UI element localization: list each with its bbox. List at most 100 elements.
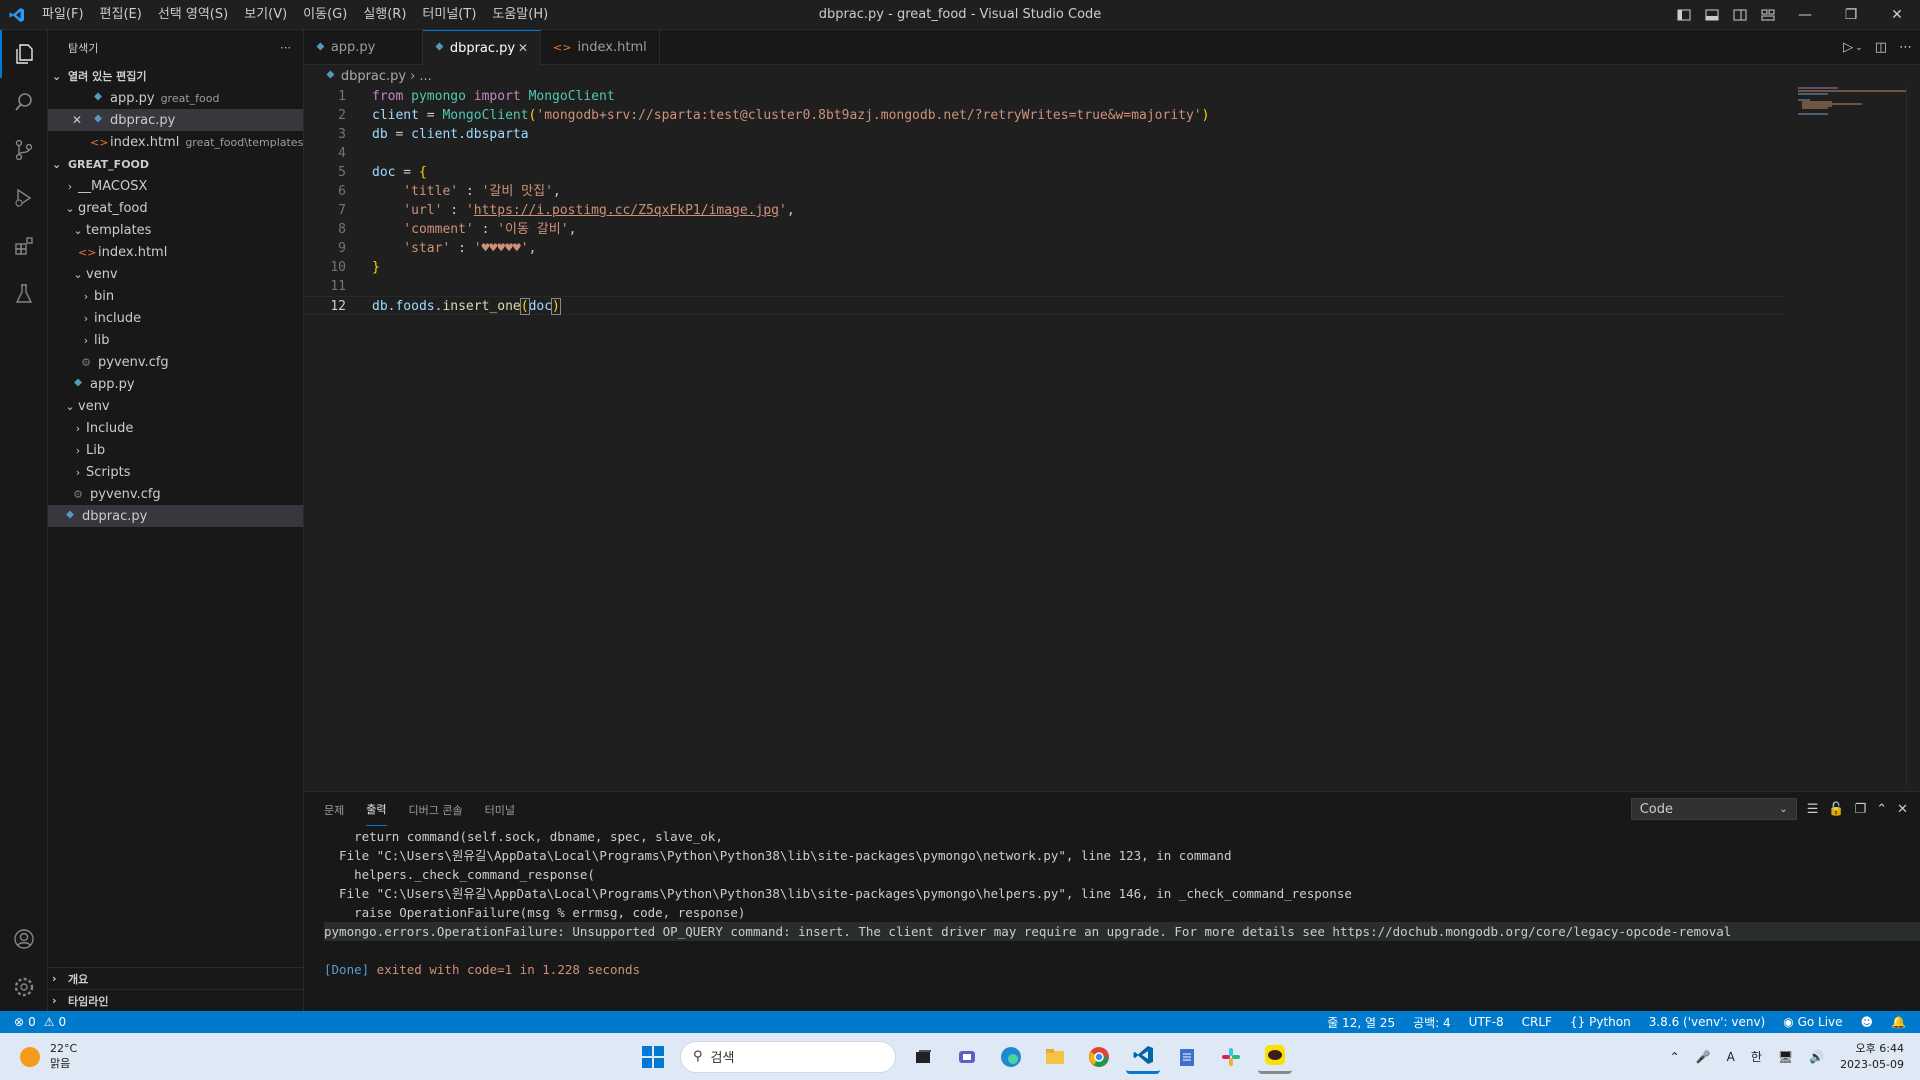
tab-dbprac-py[interactable]: ⯁ dbprac.py ✕	[423, 30, 541, 65]
open-editor-item[interactable]: <> index.html great_food\templates	[48, 131, 303, 153]
encoding[interactable]: UTF-8	[1469, 1015, 1504, 1029]
settings-gear-icon[interactable]	[0, 963, 48, 1011]
tree-folder[interactable]: ⌄ templates	[48, 219, 303, 241]
customize-layout-icon[interactable]	[1754, 0, 1782, 30]
tree-folder[interactable]: › bin	[48, 285, 303, 307]
close-tab-icon[interactable]: ✕	[518, 41, 528, 55]
code-editor[interactable]: 1 from pymongo import MongoClient 2 client…	[304, 87, 1784, 315]
search-icon[interactable]	[0, 78, 48, 126]
open-editors-header[interactable]: ⌄ 열려 있는 편집기	[48, 65, 303, 87]
toggle-secondary-sidebar-icon[interactable]	[1726, 0, 1754, 30]
tree-file[interactable]: ⚙ pyvenv.cfg	[48, 483, 303, 505]
timeline-header[interactable]: › 타임라인	[48, 989, 304, 1011]
restore-icon[interactable]: ❐	[1828, 0, 1874, 30]
tab-app-py[interactable]: ⯁ app.py	[304, 30, 423, 65]
maximize-panel-icon[interactable]: ⌃	[1876, 802, 1887, 817]
chevron-down-icon[interactable]: ⌄	[1855, 43, 1863, 53]
open-editor-item[interactable]: ✕ ⯁ dbprac.py	[48, 109, 303, 131]
tree-file[interactable]: ⯁ dbprac.py	[48, 505, 303, 527]
more-actions-icon[interactable]: ⋯	[280, 41, 291, 54]
menu-help[interactable]: 도움말(H)	[484, 0, 556, 30]
explorer-icon[interactable]	[0, 30, 48, 78]
show-hidden-icons-chevron-icon[interactable]: ⌃	[1670, 1050, 1680, 1064]
run-debug-icon[interactable]	[0, 174, 48, 222]
toggle-sidebar-icon[interactable]	[1670, 0, 1698, 30]
task-view-icon[interactable]	[906, 1040, 940, 1074]
tree-folder[interactable]: › Lib	[48, 439, 303, 461]
more-actions-icon[interactable]: ⋯	[1899, 40, 1912, 55]
tree-folder[interactable]: ⌄ venv	[48, 395, 303, 417]
slack-icon[interactable]	[1214, 1040, 1248, 1074]
chrome-icon[interactable]	[1082, 1040, 1116, 1074]
split-editor-icon[interactable]: ◫	[1875, 40, 1887, 55]
tree-file[interactable]: ⚙ pyvenv.cfg	[48, 351, 303, 373]
cursor-position[interactable]: 줄 12, 열 25	[1327, 1014, 1395, 1031]
testing-icon[interactable]	[0, 270, 48, 318]
minimize-icon[interactable]: —	[1782, 0, 1828, 30]
taskbar-search[interactable]: ⚲ 검색	[680, 1040, 896, 1073]
menu-view[interactable]: 보기(V)	[236, 0, 295, 30]
tree-folder[interactable]: ⌄ great_food	[48, 197, 303, 219]
language-mode[interactable]: {} Python	[1570, 1015, 1631, 1029]
source-control-icon[interactable]	[0, 126, 48, 174]
output-channel-select[interactable]: Code ⌄	[1630, 798, 1797, 820]
file-explorer-icon[interactable]	[1038, 1040, 1072, 1074]
problems-status[interactable]: ⊗ 0 ⚠ 0	[0, 1015, 66, 1029]
output-log[interactable]: return command(self.sock, dbname, spec, …	[304, 827, 1920, 979]
breadcrumb-file[interactable]: dbprac.py	[341, 69, 406, 84]
kakaotalk-icon[interactable]	[1258, 1040, 1292, 1074]
tab-terminal[interactable]: 터미널	[485, 794, 515, 826]
open-output-editor-icon[interactable]: ❐	[1855, 802, 1867, 817]
system-clock[interactable]: 오후 6:44 2023-05-09	[1840, 1041, 1904, 1073]
notifications-bell-icon[interactable]: 🔔	[1891, 1015, 1906, 1029]
clear-output-icon[interactable]: ☰	[1807, 802, 1819, 817]
tab-debug-console[interactable]: 디버그 콘솔	[409, 794, 463, 826]
teams-chat-icon[interactable]	[950, 1040, 984, 1074]
menu-terminal[interactable]: 터미널(T)	[414, 0, 484, 30]
tab-index-html[interactable]: <> index.html	[541, 30, 660, 65]
tab-problems[interactable]: 문제	[324, 794, 344, 826]
tree-file[interactable]: <> index.html	[48, 241, 303, 263]
weather-widget[interactable]: 22°C 맑음	[0, 1042, 200, 1071]
tree-folder[interactable]: › Include	[48, 417, 303, 439]
tree-folder[interactable]: ⌄ venv	[48, 263, 303, 285]
vscode-taskbar-icon[interactable]	[1126, 1040, 1160, 1074]
open-editor-item[interactable]: ⯁ app.py great_food	[48, 87, 303, 109]
ime-mode-hangul[interactable]: 한	[1751, 1048, 1762, 1065]
editor-scrollbar[interactable]	[1906, 87, 1920, 787]
tree-file[interactable]: ⯁ app.py	[48, 373, 303, 395]
ime-mode-a[interactable]: A	[1727, 1050, 1735, 1064]
menu-go[interactable]: 이동(G)	[295, 0, 355, 30]
breadcrumb-rest[interactable]: ...	[419, 69, 431, 84]
tree-folder[interactable]: › lib	[48, 329, 303, 351]
lock-scroll-icon[interactable]: 🔓	[1828, 802, 1844, 817]
run-file-icon[interactable]: ▷	[1843, 40, 1853, 55]
volume-icon[interactable]: 🔊	[1809, 1050, 1824, 1064]
python-interpreter[interactable]: 3.8.6 ('venv': venv)	[1649, 1015, 1766, 1029]
network-icon[interactable]: 🖥	[1778, 1050, 1793, 1064]
menu-run[interactable]: 실행(R)	[355, 0, 414, 30]
menu-file[interactable]: 파일(F)	[34, 0, 92, 30]
code-url-link[interactable]: https://i.postimg.cc/Z5qxFkP1/image.jpg	[474, 203, 779, 218]
minimap[interactable]	[1798, 87, 1908, 117]
outline-header[interactable]: › 개요	[48, 967, 304, 989]
extensions-icon[interactable]	[0, 222, 48, 270]
notepad-icon[interactable]	[1170, 1040, 1204, 1074]
tab-output[interactable]: 출력	[366, 793, 387, 826]
close-window-icon[interactable]: ✕	[1874, 0, 1920, 30]
project-header[interactable]: ⌄ GREAT_FOOD	[48, 153, 303, 175]
tree-folder[interactable]: › __MACOSX	[48, 175, 303, 197]
tree-folder[interactable]: › include	[48, 307, 303, 329]
menu-edit[interactable]: 편집(E)	[92, 0, 150, 30]
start-menu-icon[interactable]	[636, 1040, 670, 1074]
close-editor-icon[interactable]: ✕	[72, 113, 90, 127]
toggle-panel-icon[interactable]	[1698, 0, 1726, 30]
indentation[interactable]: 공백: 4	[1413, 1014, 1451, 1031]
close-panel-icon[interactable]: ✕	[1897, 802, 1908, 817]
edge-browser-icon[interactable]	[994, 1040, 1028, 1074]
feedback-icon[interactable]: ☻	[1861, 1015, 1874, 1029]
go-live-button[interactable]: ◉ Go Live	[1783, 1015, 1842, 1029]
tree-folder[interactable]: › Scripts	[48, 461, 303, 483]
account-icon[interactable]	[0, 915, 48, 963]
menu-selection[interactable]: 선택 영역(S)	[150, 0, 236, 30]
